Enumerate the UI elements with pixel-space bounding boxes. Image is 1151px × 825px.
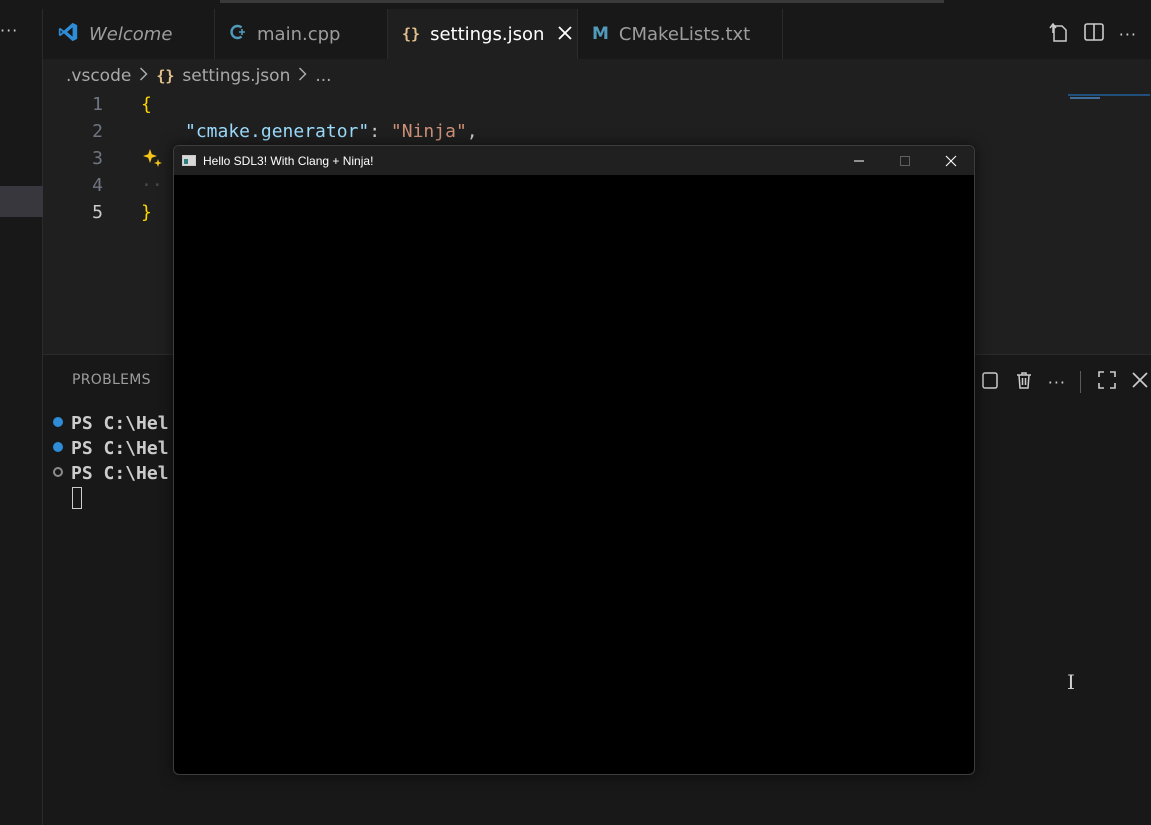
maximize-panel-icon[interactable] [1097,370,1117,394]
code-text: } [141,199,152,226]
json-braces-icon: {} [402,25,421,43]
json-comma: , [466,121,478,142]
json-colon: : [369,121,391,142]
terminal-prompt: PS C:\Hel [71,438,169,459]
minimap-line [1068,94,1150,96]
terminal-line: PS C:\Hel [53,461,169,486]
cpp-file-icon [229,23,247,46]
minimap[interactable] [1068,94,1150,100]
chevron-right-icon [139,66,148,86]
maximize-button[interactable] [882,146,928,175]
breadcrumb: .vscode {} settings.json ... [66,64,332,88]
tab-label: CMakeLists.txt [618,23,751,45]
terminal-cursor [72,487,82,509]
open-changes-icon[interactable] [1047,21,1069,47]
window-controls [836,146,974,175]
tab-label: main.cpp [257,23,341,45]
terminal-line: PS C:\Hel [53,411,169,436]
tab-label: settings.json [430,23,545,45]
app-window-icon [182,155,196,166]
open-brace: { [141,94,152,115]
tab-settings-json[interactable]: {} settings.json [388,9,578,59]
sidebar: ··· [0,9,43,825]
editor-actions: ··· [1047,9,1151,59]
split-editor-icon[interactable] [1083,21,1105,47]
whitespace-dots: ·· [141,175,163,196]
top-scrollbar-thumb[interactable] [220,0,944,3]
command-running-dot[interactable] [53,467,63,477]
tab-welcome[interactable]: Welcome [43,9,215,59]
sdl-window-titlebar[interactable]: Hello SDL3! With Clang + Ninja! [174,146,974,175]
tab-main-cpp[interactable]: main.cpp [215,9,388,59]
cmake-m-icon: M [592,24,609,44]
close-panel-icon[interactable] [1131,371,1149,393]
breadcrumb-folder[interactable]: .vscode [66,66,131,86]
json-braces-icon: {} [156,67,175,85]
screen: ··· Welcome main.cpp {} settings.json M … [0,0,1151,825]
tab-problems[interactable]: PROBLEMS [72,372,151,388]
terminal-prompt: PS C:\Hel [71,413,169,434]
tab-label: Welcome [89,23,173,45]
close-icon[interactable] [558,24,573,45]
editor-tabbar: Welcome main.cpp {} settings.json M CMak… [43,9,1151,59]
code-line: 2 "cmake.generator": "Ninja", [43,118,1151,145]
split-terminal-icon[interactable] [980,370,1000,394]
more-icon[interactable]: ··· [0,23,26,39]
sidebar-selected-item[interactable] [0,186,43,217]
line-number: 3 [92,148,103,169]
terminal-prompt: PS C:\Hel [71,463,169,484]
breadcrumb-more[interactable]: ... [315,66,331,86]
line-number: 1 [92,94,103,115]
code-text: { [141,91,152,118]
command-success-dot[interactable] [53,442,63,452]
panel-actions-divider [1080,371,1081,393]
panel-actions: ··· [980,369,1151,395]
close-brace: } [141,202,152,223]
minimize-button[interactable] [836,146,882,175]
minimap-line [1070,97,1100,99]
breadcrumb-file[interactable]: settings.json [182,66,290,86]
tab-cmakelists[interactable]: M CMakeLists.txt [578,9,783,59]
more-actions-icon[interactable]: ··· [1048,373,1066,392]
sdl-window-title: Hello SDL3! With Clang + Ninja! [203,153,374,168]
chevron-right-icon [298,66,307,86]
line-number: 4 [92,175,103,196]
trash-icon[interactable] [1014,370,1034,394]
sdl-app-window[interactable]: Hello SDL3! With Clang + Ninja! [173,145,975,775]
json-key: "cmake.generator" [185,121,370,142]
mouse-ibeam-cursor-icon: I [1067,670,1075,694]
vscode-logo-icon [57,21,79,48]
close-button[interactable] [928,146,974,175]
line-number: 2 [92,121,103,142]
terminal-line: PS C:\Hel [53,436,169,461]
command-success-dot[interactable] [53,417,63,427]
code-text: "cmake.generator": "Ninja", [185,118,478,145]
line-number: 5 [92,202,103,223]
code-line: 1 { [43,91,1151,118]
json-value: "Ninja" [390,121,467,142]
top-scrollbar [0,0,1151,9]
more-actions-icon[interactable]: ··· [1119,25,1137,44]
